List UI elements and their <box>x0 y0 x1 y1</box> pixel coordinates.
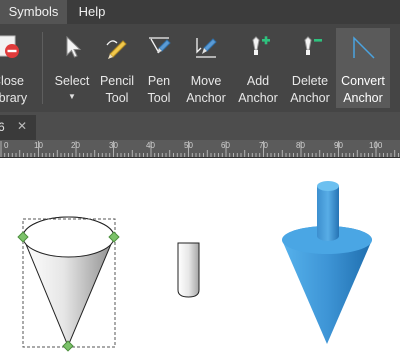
document-tab-bar: 6 ✕ <box>0 112 400 140</box>
horizontal-ruler: 0 10 20 30 40 50 60 70 80 90 100 <box>0 140 400 158</box>
convert-anchor-button[interactable]: Convert Anchor <box>336 28 390 108</box>
pen-tool-button[interactable]: Pen Tool <box>140 28 178 108</box>
ruler-label: 20 <box>71 141 80 150</box>
blue-cone-shape[interactable] <box>282 181 372 344</box>
ruler-label: 70 <box>259 141 268 150</box>
ruler-label: 30 <box>109 141 118 150</box>
ruler-label: 0 <box>4 141 9 150</box>
select-tool-button[interactable]: Select ▼ <box>50 28 94 108</box>
delete-anchor-button[interactable]: Delete Anchor <box>286 28 334 108</box>
delete-anchor-icon <box>304 36 322 55</box>
menu-help[interactable]: Help <box>70 0 114 24</box>
toolbar: Close Library Select ▼ Pencil Tool Pen T… <box>0 24 400 112</box>
ruler-label: 50 <box>184 141 193 150</box>
move-anchor-label: Move Anchor <box>186 74 226 105</box>
pencil-tool-label: Pencil Tool <box>99 74 135 105</box>
menu-bar: Symbols Help <box>0 0 400 24</box>
ruler-label: 10 <box>34 141 43 150</box>
ruler-label: 60 <box>221 141 230 150</box>
selection-handle[interactable] <box>62 340 74 352</box>
close-library-icon <box>0 35 19 58</box>
delete-anchor-label: Delete Anchor <box>290 74 330 105</box>
add-anchor-button[interactable]: Add Anchor <box>234 28 282 108</box>
ruler-label: 80 <box>296 141 305 150</box>
move-anchor-icon <box>196 38 217 58</box>
close-icon[interactable]: ✕ <box>17 119 27 133</box>
ruler-label: 90 <box>334 141 343 150</box>
pen-tool-label: Pen Tool <box>147 74 171 105</box>
pencil-icon <box>106 40 127 59</box>
document-tab[interactable]: 6 ✕ <box>0 115 36 140</box>
convert-anchor-icon <box>353 36 375 59</box>
ruler-label: 40 <box>146 141 155 150</box>
convert-anchor-label: Convert Anchor <box>341 74 385 105</box>
move-anchor-button[interactable]: Move Anchor <box>182 28 230 108</box>
document-tab-label: 6 <box>0 120 5 134</box>
cylinder-shape[interactable] <box>177 242 200 298</box>
select-arrow-icon <box>66 35 82 58</box>
drawing-canvas[interactable] <box>0 158 400 360</box>
toolbar-separator <box>42 32 43 104</box>
pen-icon <box>149 37 171 54</box>
close-library-label: Close Library <box>0 74 28 105</box>
selected-cone-shape[interactable] <box>22 216 115 348</box>
menu-symbols[interactable]: Symbols <box>0 0 67 24</box>
add-anchor-icon <box>252 36 270 55</box>
pencil-tool-button[interactable]: Pencil Tool <box>96 28 138 108</box>
add-anchor-label: Add Anchor <box>238 74 278 105</box>
chevron-down-icon[interactable]: ▼ <box>68 92 76 101</box>
ruler-label: 100 <box>369 141 383 150</box>
close-library-button[interactable]: Close Library <box>0 28 34 108</box>
select-tool-label: Select <box>54 74 90 88</box>
